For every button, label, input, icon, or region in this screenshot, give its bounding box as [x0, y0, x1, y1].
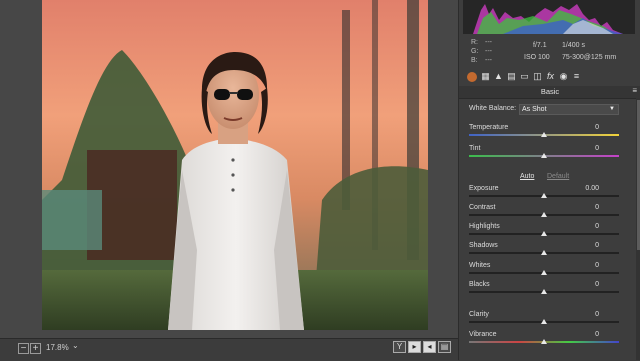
slider-label-clarity: Clarity [469, 311, 489, 318]
slider-thumb-contrast[interactable] [541, 212, 547, 217]
slider-thumb-temperature[interactable] [541, 132, 547, 137]
slider-value-clarity[interactable]: 0 [569, 311, 599, 318]
b-value: --- [485, 57, 492, 64]
toggle-settings-button[interactable]: ▤ [438, 341, 451, 353]
status-bar: − + 17.8% ⌄ Y ▸ ◂ ▤ [0, 338, 458, 361]
slider-label-blacks: Blacks [469, 281, 490, 288]
panel-menu-icon[interactable]: ≡ [632, 86, 637, 95]
slider-value-contrast[interactable]: 0 [569, 204, 599, 211]
lens-text: 75-300@125 mm [562, 54, 617, 61]
slider-thumb-whites[interactable] [541, 270, 547, 275]
chevron-down-icon: ▼ [609, 106, 615, 112]
r-value: --- [485, 39, 492, 46]
slider-label-tint: Tint [469, 145, 481, 152]
slider-label-shadows: Shadows [469, 242, 498, 249]
auto-button[interactable]: Auto [520, 173, 534, 180]
slider-value-temperature[interactable]: 0 [569, 124, 599, 131]
slider-value-highlights[interactable]: 0 [569, 223, 599, 230]
swap-settings-button[interactable]: ▸ [408, 341, 421, 353]
camera-info: R: --- G: --- B: --- f/7.1 1/400 s ISO 1… [459, 38, 640, 66]
shutter-text: 1/400 s [562, 42, 585, 49]
slider-thumb-blacks[interactable] [541, 289, 547, 294]
portrait-photo [42, 0, 428, 330]
before-after-toggle-button[interactable]: Y [393, 341, 406, 353]
chevron-down-icon[interactable]: ⌄ [72, 341, 84, 353]
slider-label-contrast: Contrast [469, 204, 496, 211]
slider-thumb-clarity[interactable] [541, 319, 547, 324]
aperture-text: f/7.1 [533, 42, 547, 49]
slider-thumb-tint[interactable] [541, 153, 547, 158]
adjustments-panel: R: --- G: --- B: --- f/7.1 1/400 s ISO 1… [458, 0, 640, 360]
r-label: R: [471, 39, 478, 46]
slider-thumb-highlights[interactable] [541, 231, 547, 236]
slider-value-exposure[interactable]: 0.00 [569, 185, 599, 192]
slider-value-blacks[interactable]: 0 [569, 281, 599, 288]
slider-thumb-shadows[interactable] [541, 250, 547, 255]
white-balance-label: White Balance: [469, 105, 517, 112]
camera-calibration-icon[interactable]: ◉ [558, 71, 569, 82]
zoom-out-button[interactable]: − [18, 343, 29, 354]
slider-label-vibrance: Vibrance [469, 331, 497, 338]
zoom-level[interactable]: 17.8% [46, 343, 69, 352]
slider-value-shadows[interactable]: 0 [569, 242, 599, 249]
section-title: Basic [459, 86, 640, 99]
view-buttons: Y ▸ ◂ ▤ [393, 341, 451, 353]
lens-corrections-icon[interactable]: ◫ [532, 71, 543, 82]
hsl-icon[interactable]: ▤ [506, 71, 517, 82]
white-balance-select[interactable]: As Shot ▼ [519, 104, 619, 115]
detail-icon[interactable]: ▲ [493, 71, 504, 82]
iso-text: ISO 100 [524, 54, 550, 61]
slider-value-whites[interactable]: 0 [569, 262, 599, 269]
image-canvas [0, 0, 458, 338]
g-label: G: [471, 48, 479, 55]
slider-label-highlights: Highlights [469, 223, 500, 230]
panel-tabs: ▦ ▲ ▤ ▭ ◫ fx ◉ ≡ [459, 68, 640, 87]
slider-label-whites: Whites [469, 262, 491, 269]
slider-thumb-exposure[interactable] [541, 193, 547, 198]
slider-label-exposure: Exposure [469, 185, 499, 192]
copy-settings-button[interactable]: ◂ [423, 341, 436, 353]
basic-icon[interactable] [467, 72, 477, 82]
zoom-in-button[interactable]: + [30, 343, 41, 354]
default-button[interactable]: Default [547, 173, 569, 180]
tone-curve-icon[interactable]: ▦ [480, 71, 491, 82]
white-balance-value: As Shot [522, 106, 547, 113]
histogram [463, 0, 635, 34]
b-label: B: [471, 57, 478, 64]
slider-thumb-vibrance[interactable] [541, 339, 547, 344]
effects-icon[interactable]: fx [545, 71, 556, 82]
presets-icon[interactable]: ≡ [571, 71, 582, 82]
slider-value-vibrance[interactable]: 0 [569, 331, 599, 338]
photo-preview[interactable] [42, 0, 428, 330]
split-toning-icon[interactable]: ▭ [519, 71, 530, 82]
g-value: --- [485, 48, 492, 55]
slider-label-temperature: Temperature [469, 124, 509, 131]
slider-value-tint[interactable]: 0 [569, 145, 599, 152]
